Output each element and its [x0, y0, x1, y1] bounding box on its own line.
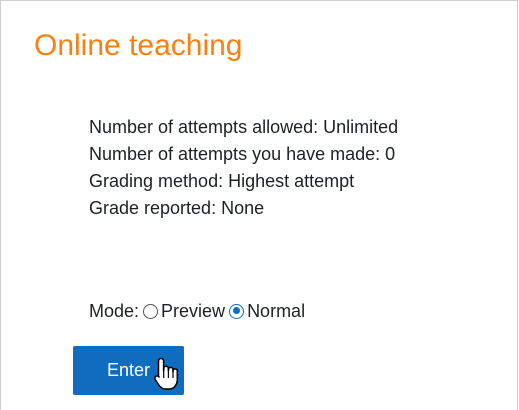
mode-label: Mode: [89, 301, 140, 321]
attempts-made-text: Number of attempts you have made: 0 [89, 144, 396, 164]
mode-selector: Mode: Preview Normal [89, 299, 305, 323]
attempt-info: Number of attempts allowed: Unlimited Nu… [89, 114, 398, 222]
page-title: Online teaching [34, 29, 243, 62]
preview-radio-label[interactable]: Preview [161, 299, 225, 323]
grade-reported-text: Grade reported: None [89, 198, 265, 218]
normal-radio-label[interactable]: Normal [247, 299, 305, 323]
attempts-allowed-text: Number of attempts allowed: Unlimited [89, 117, 399, 137]
grading-method-text: Grading method: Highest attempt [89, 171, 355, 191]
preview-radio[interactable] [143, 303, 159, 319]
activity-panel: Online teaching Number of attempts allow… [0, 0, 518, 410]
enter-button[interactable]: Enter [73, 346, 184, 395]
normal-radio[interactable] [229, 303, 245, 319]
